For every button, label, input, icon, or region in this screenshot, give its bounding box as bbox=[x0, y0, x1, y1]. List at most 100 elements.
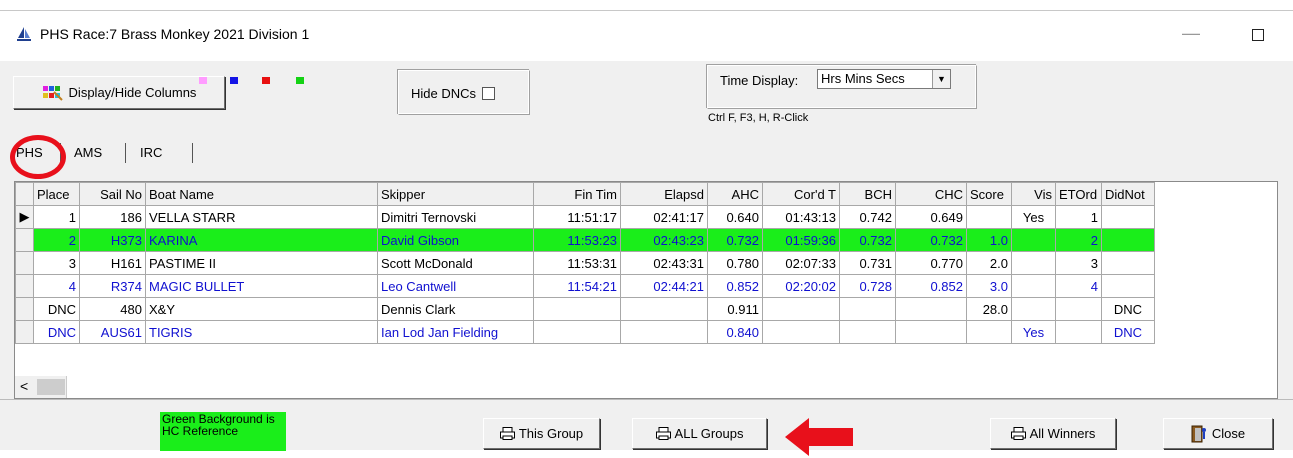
table-row[interactable]: 2 H373 KARINA David Gibson 11:53:23 02:43:23 0… bbox=[15, 228, 1155, 252]
grid-cell[interactable] bbox=[839, 320, 896, 344]
grid-cell[interactable] bbox=[620, 297, 708, 321]
col-etord[interactable]: ETOrd bbox=[1055, 182, 1102, 206]
grid-cell[interactable]: 01:43:13 bbox=[762, 205, 840, 229]
grid-cell[interactable]: VELLA STARR bbox=[145, 205, 378, 229]
col-didnot[interactable]: DidNot bbox=[1101, 182, 1155, 206]
grid-cell[interactable]: 3 bbox=[33, 251, 80, 275]
grid-cell[interactable]: X&Y bbox=[145, 297, 378, 321]
hide-dncs-checkbox[interactable]: Hide DNCs bbox=[411, 86, 496, 101]
row-header[interactable] bbox=[15, 297, 34, 321]
grid-cell[interactable]: TIGRIS bbox=[145, 320, 378, 344]
grid-cell[interactable]: 2 bbox=[1055, 228, 1102, 252]
grid-cell[interactable]: PASTIME II bbox=[145, 251, 378, 275]
this-group-button[interactable]: This Group bbox=[483, 418, 600, 449]
grid-cell[interactable]: KARINA bbox=[145, 228, 378, 252]
grid-cell[interactable]: 0.852 bbox=[707, 274, 763, 298]
row-header[interactable] bbox=[15, 251, 34, 275]
grid-cell[interactable]: 0.742 bbox=[839, 205, 896, 229]
grid-cell[interactable]: Yes bbox=[1011, 205, 1056, 229]
scroll-thumb[interactable] bbox=[37, 379, 65, 395]
horizontal-scrollbar[interactable]: < bbox=[15, 376, 67, 398]
table-row[interactable]: ▶ 1 186 VELLA STARR Dimitri Ternovski 11:51:1… bbox=[15, 205, 1155, 229]
grid-cell[interactable]: 0.852 bbox=[895, 274, 967, 298]
grid-cell[interactable]: R374 bbox=[79, 274, 146, 298]
table-row[interactable]: 3 H161 PASTIME II Scott McDonald 11:53:31 02:… bbox=[15, 251, 1155, 275]
col-chc[interactable]: CHC bbox=[895, 182, 967, 206]
grid-cell[interactable]: Yes bbox=[1011, 320, 1056, 344]
grid-cell[interactable] bbox=[1101, 274, 1155, 298]
col-bch[interactable]: BCH bbox=[839, 182, 896, 206]
row-header[interactable] bbox=[15, 228, 34, 252]
col-vis[interactable]: Vis bbox=[1011, 182, 1056, 206]
grid-cell[interactable]: Dennis Clark bbox=[377, 297, 534, 321]
grid-cell[interactable]: DNC bbox=[33, 320, 80, 344]
col-place[interactable]: Place bbox=[33, 182, 80, 206]
col-fin-tim[interactable]: Fin Tim bbox=[533, 182, 621, 206]
grid-cell[interactable]: 186 bbox=[79, 205, 146, 229]
grid-cell[interactable]: 02:07:33 bbox=[762, 251, 840, 275]
table-row[interactable]: 4 R374 MAGIC BULLET Leo Cantwell 11:54:21 02:… bbox=[15, 274, 1155, 298]
display-hide-columns-button[interactable]: Display/Hide Columns bbox=[13, 76, 225, 109]
grid-cell[interactable]: David Gibson bbox=[377, 228, 534, 252]
grid-cell[interactable]: 2.0 bbox=[966, 251, 1012, 275]
col-ahc[interactable]: AHC bbox=[707, 182, 763, 206]
grid-cell[interactable]: DNC bbox=[1101, 297, 1155, 321]
row-header[interactable] bbox=[15, 320, 34, 344]
all-groups-button[interactable]: ALL Groups bbox=[632, 418, 767, 449]
grid-cell[interactable]: H373 bbox=[79, 228, 146, 252]
results-grid[interactable]: Place Sail No Boat Name Skipper Fin Tim … bbox=[14, 181, 1278, 399]
grid-cell[interactable] bbox=[762, 297, 840, 321]
grid-cell[interactable]: 0.911 bbox=[707, 297, 763, 321]
grid-cell[interactable] bbox=[533, 320, 621, 344]
grid-cell[interactable]: 11:53:31 bbox=[533, 251, 621, 275]
grid-cell[interactable] bbox=[895, 320, 967, 344]
grid-cell[interactable]: 11:53:23 bbox=[533, 228, 621, 252]
dropdown-arrow-icon[interactable]: ▼ bbox=[932, 70, 950, 88]
grid-cell[interactable] bbox=[966, 320, 1012, 344]
close-button[interactable]: Close bbox=[1163, 418, 1273, 449]
col-sail-no[interactable]: Sail No bbox=[79, 182, 146, 206]
grid-cell[interactable]: MAGIC BULLET bbox=[145, 274, 378, 298]
grid-cell[interactable]: 4 bbox=[1055, 274, 1102, 298]
tab-ams[interactable]: AMS bbox=[66, 139, 110, 165]
grid-cell[interactable]: 0.732 bbox=[707, 228, 763, 252]
grid-cell[interactable] bbox=[620, 320, 708, 344]
grid-cell[interactable]: 28.0 bbox=[966, 297, 1012, 321]
col-elapsd[interactable]: Elapsd bbox=[620, 182, 708, 206]
grid-cell[interactable] bbox=[533, 297, 621, 321]
grid-cell[interactable]: 0.640 bbox=[707, 205, 763, 229]
scroll-left-icon[interactable]: < bbox=[20, 378, 28, 394]
hide-dncs-box[interactable] bbox=[482, 87, 496, 100]
grid-cell[interactable]: Scott McDonald bbox=[377, 251, 534, 275]
all-winners-button[interactable]: All Winners bbox=[990, 418, 1116, 449]
grid-cell[interactable]: 0.649 bbox=[895, 205, 967, 229]
grid-cell[interactable] bbox=[1101, 205, 1155, 229]
grid-cell[interactable]: 3.0 bbox=[966, 274, 1012, 298]
minimize-icon[interactable]: — bbox=[1182, 23, 1200, 44]
maximize-icon[interactable] bbox=[1252, 29, 1264, 41]
col-boat-name[interactable]: Boat Name bbox=[145, 182, 378, 206]
grid-cell[interactable] bbox=[966, 205, 1012, 229]
col-skipper[interactable]: Skipper bbox=[377, 182, 534, 206]
grid-cell[interactable]: 02:44:21 bbox=[620, 274, 708, 298]
grid-cell[interactable]: 2 bbox=[33, 228, 80, 252]
grid-cell[interactable]: 4 bbox=[33, 274, 80, 298]
grid-cell[interactable]: Leo Cantwell bbox=[377, 274, 534, 298]
current-row-indicator[interactable]: ▶ bbox=[15, 205, 34, 229]
grid-cell[interactable] bbox=[1011, 274, 1056, 298]
grid-cell[interactable]: DNC bbox=[1101, 320, 1155, 344]
table-row[interactable]: DNC 480 X&Y Dennis Clark 0.911 28.0 DNC bbox=[15, 297, 1155, 321]
grid-cell[interactable] bbox=[762, 320, 840, 344]
row-header[interactable] bbox=[15, 274, 34, 298]
col-cord-t[interactable]: Cor'd T bbox=[762, 182, 840, 206]
grid-cell[interactable] bbox=[1101, 228, 1155, 252]
grid-cell[interactable]: 0.732 bbox=[839, 228, 896, 252]
grid-cell[interactable]: 0.732 bbox=[895, 228, 967, 252]
grid-cell[interactable] bbox=[1055, 320, 1102, 344]
grid-cell[interactable]: 0.770 bbox=[895, 251, 967, 275]
table-row[interactable]: DNC AUS61 TIGRIS Ian Lod Jan Fielding 0.840 Y… bbox=[15, 320, 1155, 344]
grid-cell[interactable]: 480 bbox=[79, 297, 146, 321]
grid-cell[interactable]: DNC bbox=[33, 297, 80, 321]
grid-cell[interactable]: H161 bbox=[79, 251, 146, 275]
grid-cell[interactable]: 11:54:21 bbox=[533, 274, 621, 298]
